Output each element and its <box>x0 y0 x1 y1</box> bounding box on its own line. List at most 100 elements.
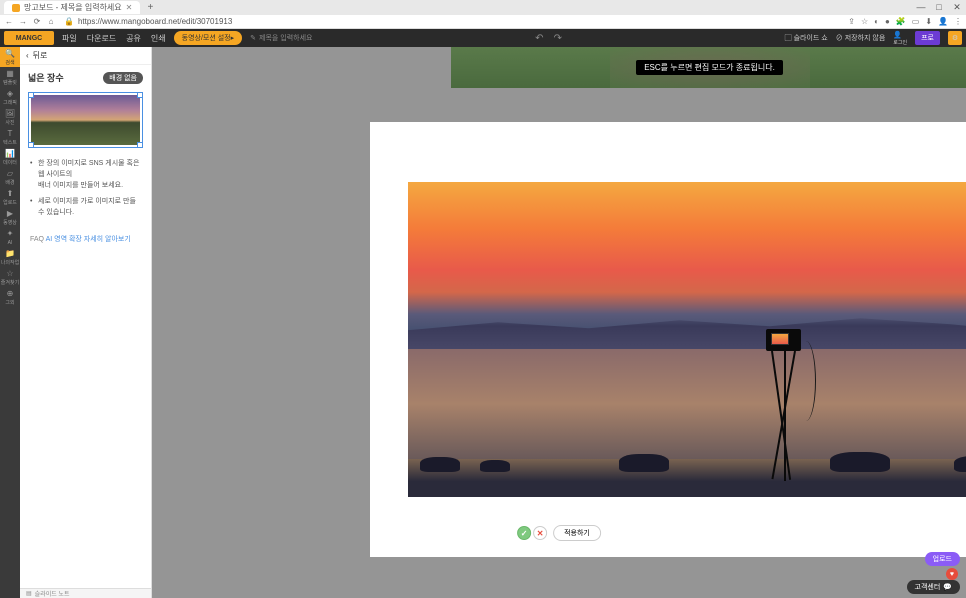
browser-tab[interactable]: 망고보드 - 제목을 입력하세요 ✕ <box>4 1 140 14</box>
selection-handle[interactable] <box>137 142 143 148</box>
login-icon[interactable]: 👤로그인 <box>893 31 907 46</box>
logo[interactable]: MANGC <box>4 31 54 45</box>
rail-template[interactable]: ▦템플릿 <box>0 67 20 87</box>
ext2-icon[interactable]: ● <box>885 17 890 26</box>
rail-favorites[interactable]: ☆즐겨찾기 <box>0 267 20 287</box>
forward-icon[interactable]: → <box>18 17 28 26</box>
canvas-page-main[interactable] <box>370 122 966 557</box>
rail-ai[interactable]: ✦AI <box>0 227 20 247</box>
lock-icon: 🔒 <box>64 17 74 26</box>
menu-download[interactable]: 다운로드 <box>87 33 116 44</box>
reload-icon[interactable]: ⟳ <box>32 17 42 26</box>
tab-close-icon[interactable]: ✕ <box>126 3 133 12</box>
selection-handle[interactable] <box>137 92 143 98</box>
rail-search[interactable]: 🔍검색 <box>0 47 20 67</box>
rail-data[interactable]: 📊데이터 <box>0 147 20 167</box>
panel-title: 넓은 장수 <box>28 71 64 84</box>
side-panel: ‹ 뒤로 넓은 장수 배경 없음 한 장의 이미지로 SNS 게시물 혹은 웹 … <box>20 47 152 598</box>
data-icon: 📊 <box>5 148 15 158</box>
rail-video[interactable]: ▶동영상 <box>0 207 20 227</box>
note-icon: ▤ <box>26 590 32 597</box>
share-icon[interactable]: ⇪ <box>848 17 855 26</box>
search-icon: 🔍 <box>5 48 15 58</box>
minimize-icon[interactable]: — <box>916 2 926 13</box>
background-icon: ▱ <box>5 168 15 178</box>
download-icon[interactable]: ⬇ <box>925 17 932 26</box>
faq-label: FAQ <box>30 236 44 243</box>
home-icon[interactable]: ⌂ <box>46 17 56 26</box>
pencil-icon: ✎ <box>250 34 256 42</box>
chevron-left-icon: ‹ <box>26 51 29 60</box>
ai-icon: ✦ <box>5 229 15 239</box>
browser-tab-bar: 망고보드 - 제목을 입력하세요 ✕ + — □ ✕ <box>0 0 966 15</box>
url-text: https://www.mangoboard.net/edit/30701913 <box>78 17 232 26</box>
url-input[interactable]: 🔒 https://www.mangoboard.net/edit/307019… <box>60 17 844 26</box>
undo-icon[interactable]: ↶ <box>535 33 543 44</box>
graphic-icon: ◈ <box>5 88 15 98</box>
star-icon: ☆ <box>5 268 15 278</box>
profile-icon[interactable]: 👤 <box>938 17 948 26</box>
confirm-button[interactable]: ✓ <box>517 526 531 540</box>
star-icon[interactable]: ☆ <box>861 17 868 26</box>
video-icon: ▶ <box>5 208 15 218</box>
redo-icon[interactable]: ↷ <box>554 33 562 44</box>
text-icon: T <box>5 128 15 138</box>
thumbnail-selected[interactable] <box>28 92 143 148</box>
thumbnail-image <box>31 95 140 145</box>
bookmark-icon[interactable]: ▭ <box>912 17 920 26</box>
desc-item: 한 장의 이미지로 SNS 게시물 혹은 웹 사이트의배너 이미지를 만들어 보… <box>30 158 141 192</box>
title-placeholder: 제목을 입력하세요 <box>259 33 312 43</box>
slide-note-toggle[interactable]: ▤ 슬라이드 노트 <box>26 589 69 598</box>
apply-button[interactable]: 적용하기 <box>553 525 601 541</box>
rail-upload[interactable]: ⬆업로드 <box>0 187 20 207</box>
title-input[interactable]: ✎ 제목을 입력하세요 <box>250 33 312 43</box>
float-heart-button[interactable]: ♥ <box>946 568 958 580</box>
main-image[interactable] <box>408 182 966 497</box>
rail-more[interactable]: ⊕그외 <box>0 287 20 307</box>
folder-icon: 📁 <box>5 248 15 258</box>
photo-icon: 🖼 <box>5 108 15 118</box>
puzzle-icon[interactable]: 🧩 <box>896 17 906 26</box>
ext-icon[interactable]: ◐ <box>874 17 879 26</box>
float-upload-button[interactable]: 업로드 <box>925 552 960 566</box>
rail-background[interactable]: ▱배경 <box>0 167 20 187</box>
icon-rail: 🔍검색 ▦템플릿 ◈그래픽 🖼사진 T텍스트 📊데이터 ▱배경 ⬆업로드 ▶동영… <box>0 47 20 598</box>
url-bar: ← → ⟳ ⌂ 🔒 https://www.mangoboard.net/edi… <box>0 15 966 29</box>
menu-share[interactable]: 공유 <box>126 33 141 44</box>
action-bar: ✓ ✕ 적용하기 <box>517 525 601 541</box>
save-status[interactable]: ⊘ 저장하지 않음 <box>836 33 886 43</box>
maximize-icon[interactable]: □ <box>934 2 944 13</box>
close-icon[interactable]: ✕ <box>952 2 962 13</box>
more-icon: ⊕ <box>5 288 15 298</box>
warning-button[interactable]: 동영상/모션 설정▸ <box>174 31 242 45</box>
pro-button[interactable]: 프로 <box>915 31 940 45</box>
menu-file[interactable]: 파일 <box>62 33 77 44</box>
settings-icon[interactable]: ⚙ <box>948 31 962 45</box>
upload-icon: ⬆ <box>5 188 15 198</box>
bottom-bar: ▤ 슬라이드 노트 <box>20 588 151 598</box>
faq-link[interactable]: FAQ AI 영역 확장 자세히 알아보기 <box>20 230 151 248</box>
float-support-button[interactable]: 고객센터 💬 <box>907 580 960 594</box>
rail-mywork[interactable]: 📁나의작업 <box>0 247 20 267</box>
template-icon: ▦ <box>5 68 15 78</box>
rail-graphic[interactable]: ◈그래픽 <box>0 87 20 107</box>
selection-handle[interactable] <box>28 142 34 148</box>
rail-text[interactable]: T텍스트 <box>0 127 20 147</box>
app-header: MANGC 파일 다운로드 공유 인쇄 동영상/모션 설정▸ ✎ 제목을 입력하… <box>0 29 966 47</box>
panel-badge[interactable]: 배경 없음 <box>103 72 143 84</box>
description-list: 한 장의 이미지로 SNS 게시물 혹은 웹 사이트의배너 이미지를 만들어 보… <box>20 150 151 230</box>
tab-favicon <box>12 4 20 12</box>
back-label: 뒤로 <box>33 50 48 61</box>
slideshow-button[interactable]: ▢ 슬라이드 쇼 <box>785 33 828 43</box>
rail-photo[interactable]: 🖼사진 <box>0 107 20 127</box>
panel-back[interactable]: ‹ 뒤로 <box>20 47 151 65</box>
canvas-area[interactable]: ESC를 누르면 편집 모드가 종료됩니다. <box>152 47 966 598</box>
desc-item: 세로 이미지를 가로 이미지로 만들 수 있습니다. <box>30 196 141 218</box>
selection-handle[interactable] <box>28 92 34 98</box>
new-tab-button[interactable]: + <box>144 2 156 14</box>
menu-print[interactable]: 인쇄 <box>151 33 166 44</box>
window-controls: — □ ✕ <box>916 2 962 13</box>
menu-icon[interactable]: ⋮ <box>954 17 962 26</box>
cancel-button[interactable]: ✕ <box>533 526 547 540</box>
back-icon[interactable]: ← <box>4 17 14 26</box>
